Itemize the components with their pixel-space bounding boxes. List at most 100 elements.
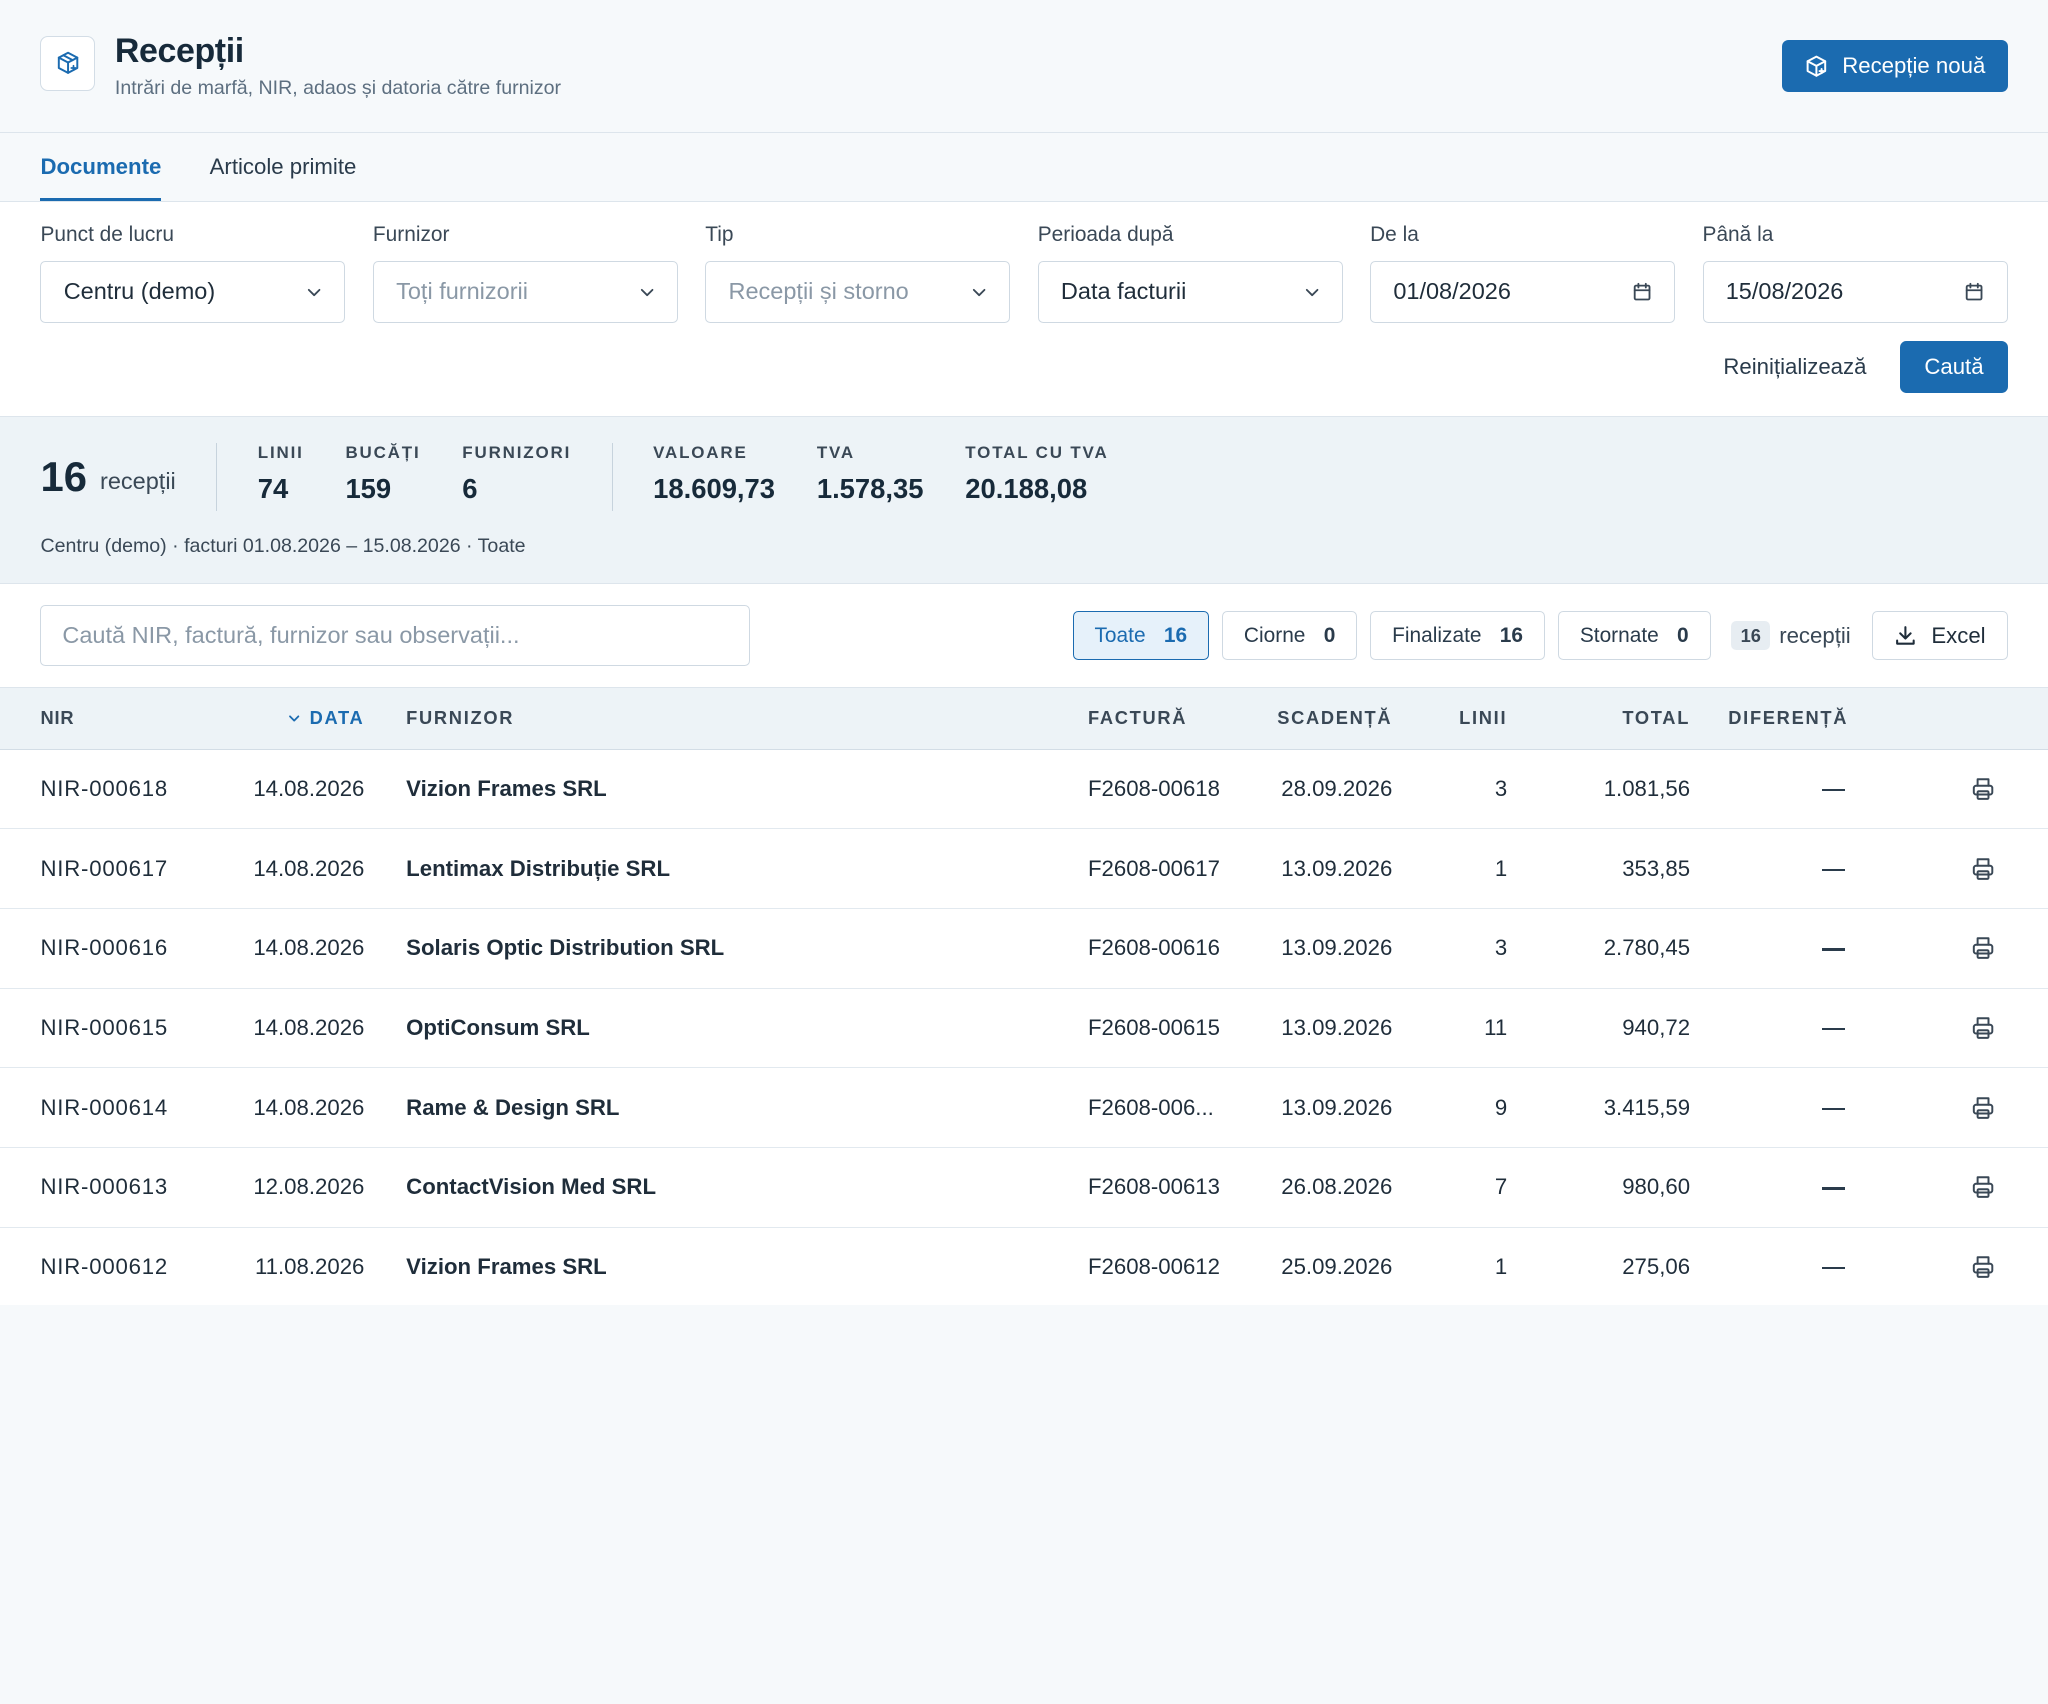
chip-count: 0	[1677, 623, 1689, 647]
date-from-field[interactable]: 01/08/2026	[1370, 261, 1676, 323]
table-row[interactable]: NIR-000617 14.08.2026 Lentimax Distribuț…	[0, 829, 2048, 910]
printer-icon[interactable]	[1970, 856, 1996, 882]
cell-total: 3.415,59	[1603, 1094, 1691, 1120]
tab-articole-primite[interactable]: Articole primite	[210, 133, 357, 201]
reception-count-unit: recepții	[100, 468, 176, 495]
filter-actions: Reinițializează Caută	[40, 340, 2008, 394]
chip-count: 16	[1163, 623, 1188, 647]
cell-furnizor: ContactVision Med SRL	[406, 1174, 657, 1200]
filter-punct-lucru: Punct de lucru Centru (demo)	[40, 223, 346, 323]
filter-furnizor: Furnizor Toți furnizorii	[372, 223, 678, 323]
cell-scadenta: 13.09.2026	[1281, 1015, 1393, 1041]
column-header-label: DATA	[309, 707, 365, 729]
printer-icon[interactable]	[1970, 776, 1996, 802]
column-header-diferenta[interactable]: DIFERENȚĂ	[1690, 707, 1848, 729]
cell-nir: NIR-000617	[40, 855, 168, 881]
result-count-unit: recepții	[1779, 622, 1851, 648]
column-header-total[interactable]: TOTAL	[1507, 707, 1690, 729]
cell-linii: 3	[1494, 935, 1508, 961]
filter-label: Punct de lucru	[40, 223, 174, 247]
cell-furnizor: OptiConsum SRL	[406, 1015, 590, 1041]
download-icon	[1896, 626, 1916, 645]
cell-furnizor: Vizion Frames SRL	[406, 1254, 607, 1280]
empty-dash	[1821, 789, 1846, 792]
tip-select[interactable]: Recepții și storno	[705, 261, 1011, 323]
calendar-icon[interactable]	[1963, 281, 1985, 303]
select-value: Centru (demo)	[63, 278, 216, 305]
calendar-icon[interactable]	[1631, 281, 1653, 303]
column-header-nir[interactable]: NIR	[0, 707, 199, 729]
export-excel-label: Excel	[1931, 622, 1986, 648]
status-chip-toate[interactable]: Toate 16	[1072, 610, 1209, 661]
perioada-select[interactable]: Data facturii	[1037, 261, 1343, 323]
chip-count: 0	[1323, 623, 1336, 647]
chip-label: Stornate	[1579, 623, 1659, 647]
empty-dash	[1821, 1107, 1846, 1110]
table-row[interactable]: NIR-000615 14.08.2026 OptiConsum SRL F26…	[0, 988, 2048, 1069]
cell-factura: F2608-00616	[1087, 935, 1220, 961]
stat-label: TOTAL CU TVA	[965, 442, 1109, 462]
list-toolbar: Toate 16 Ciorne 0 Finalizate 16 Stornate…	[0, 583, 2048, 689]
export-excel-button[interactable]: Excel	[1871, 610, 2008, 661]
printer-icon[interactable]	[1970, 1095, 1996, 1121]
column-header-factura[interactable]: FACTURĂ	[1047, 707, 1230, 729]
cell-diferenta	[1690, 1254, 1848, 1280]
table-row[interactable]: NIR-000616 14.08.2026 Solaris Optic Dist…	[0, 909, 2048, 989]
filter-label: Perioada după	[1037, 223, 1174, 247]
cell-nir: NIR-000612	[40, 1254, 168, 1280]
column-header-linii[interactable]: LINII	[1392, 707, 1507, 729]
table-row[interactable]: NIR-000612 11.08.2026 Vizion Frames SRL …	[0, 1227, 2048, 1305]
quantity-stats: LINII 74 BUCĂȚI 159 FURNIZORI 6	[217, 442, 613, 511]
value-stats: VALOARE 18.609,73 TVA 1.578,35 TOTAL CU …	[613, 443, 1149, 511]
date-to-field[interactable]: 15/08/2026	[1702, 261, 2008, 323]
status-filters: Toate 16 Ciorne 0 Finalizate 16 Stornate…	[1072, 610, 2008, 661]
reception-count-value: 16	[40, 452, 87, 500]
page-title: Recepții	[114, 31, 244, 70]
cell-factura: F2608-00612	[1087, 1254, 1220, 1280]
stat-value: 18.609,73	[653, 473, 776, 505]
cell-total: 2.780,45	[1603, 935, 1691, 961]
tab-bar: Documente Articole primite	[0, 133, 2048, 203]
result-count-badge: 16	[1731, 620, 1771, 651]
table-row[interactable]: NIR-000613 12.08.2026 ContactVision Med …	[0, 1148, 2048, 1228]
reset-button[interactable]: Reinițializează	[1723, 354, 1866, 380]
cell-nir: NIR-000613	[40, 1174, 168, 1200]
cell-data: 14.08.2026	[253, 855, 365, 881]
cell-actions	[1848, 1254, 2048, 1280]
chip-label: Finalizate	[1392, 623, 1482, 647]
summary-panel: 16 recepții LINII 74 BUCĂȚI 159 FURNIZOR…	[0, 416, 2048, 584]
new-reception-button[interactable]: Recepție nouă	[1782, 39, 2008, 93]
tab-documente[interactable]: Documente	[40, 133, 162, 202]
status-chip-ciorne[interactable]: Ciorne 0	[1222, 610, 1358, 661]
printer-icon[interactable]	[1970, 1174, 1996, 1200]
status-chip-stornate[interactable]: Stornate 0	[1557, 610, 1711, 661]
column-header-furnizor[interactable]: FURNIZOR	[364, 707, 1047, 729]
search-button[interactable]: Caută	[1900, 340, 2008, 394]
column-header-scadenta[interactable]: SCADENȚĂ	[1230, 707, 1392, 729]
chip-count: 16	[1499, 623, 1524, 647]
cell-total: 980,60	[1622, 1174, 1691, 1200]
printer-icon[interactable]	[1970, 1254, 1996, 1280]
search-input[interactable]	[40, 604, 750, 667]
stat-label: TVA	[816, 442, 855, 462]
package-plus-icon	[1806, 55, 1827, 77]
punct-lucru-select[interactable]: Centru (demo)	[40, 261, 346, 323]
printer-icon[interactable]	[1970, 1015, 1996, 1041]
chevron-down-icon	[973, 288, 986, 296]
printer-icon[interactable]	[1970, 935, 1996, 961]
stat-value: 1.578,35	[816, 473, 924, 505]
new-reception-label: Recepție nouă	[1842, 53, 1986, 79]
chevron-down-icon	[1305, 288, 1318, 296]
table-header: NIR DATA FURNIZOR FACTURĂ SCADENȚĂ LINII…	[0, 688, 2048, 750]
table-row[interactable]: NIR-000618 14.08.2026 Vizion Frames SRL …	[0, 749, 2048, 830]
cell-factura: F2608-00613	[1087, 1174, 1220, 1200]
cell-scadenta: 13.09.2026	[1281, 935, 1393, 961]
column-header-data[interactable]: DATA	[199, 707, 365, 729]
filter-tip: Tip Recepții și storno	[705, 223, 1011, 323]
table-row[interactable]: NIR-000614 14.08.2026 Rame & Design SRL …	[0, 1068, 2048, 1149]
select-placeholder: Recepții și storno	[728, 278, 909, 305]
furnizor-select[interactable]: Toți furnizorii	[372, 261, 678, 323]
status-chip-finalizate[interactable]: Finalizate 16	[1370, 610, 1545, 661]
date-value: 01/08/2026	[1393, 278, 1511, 305]
cell-total: 940,72	[1622, 1015, 1691, 1041]
